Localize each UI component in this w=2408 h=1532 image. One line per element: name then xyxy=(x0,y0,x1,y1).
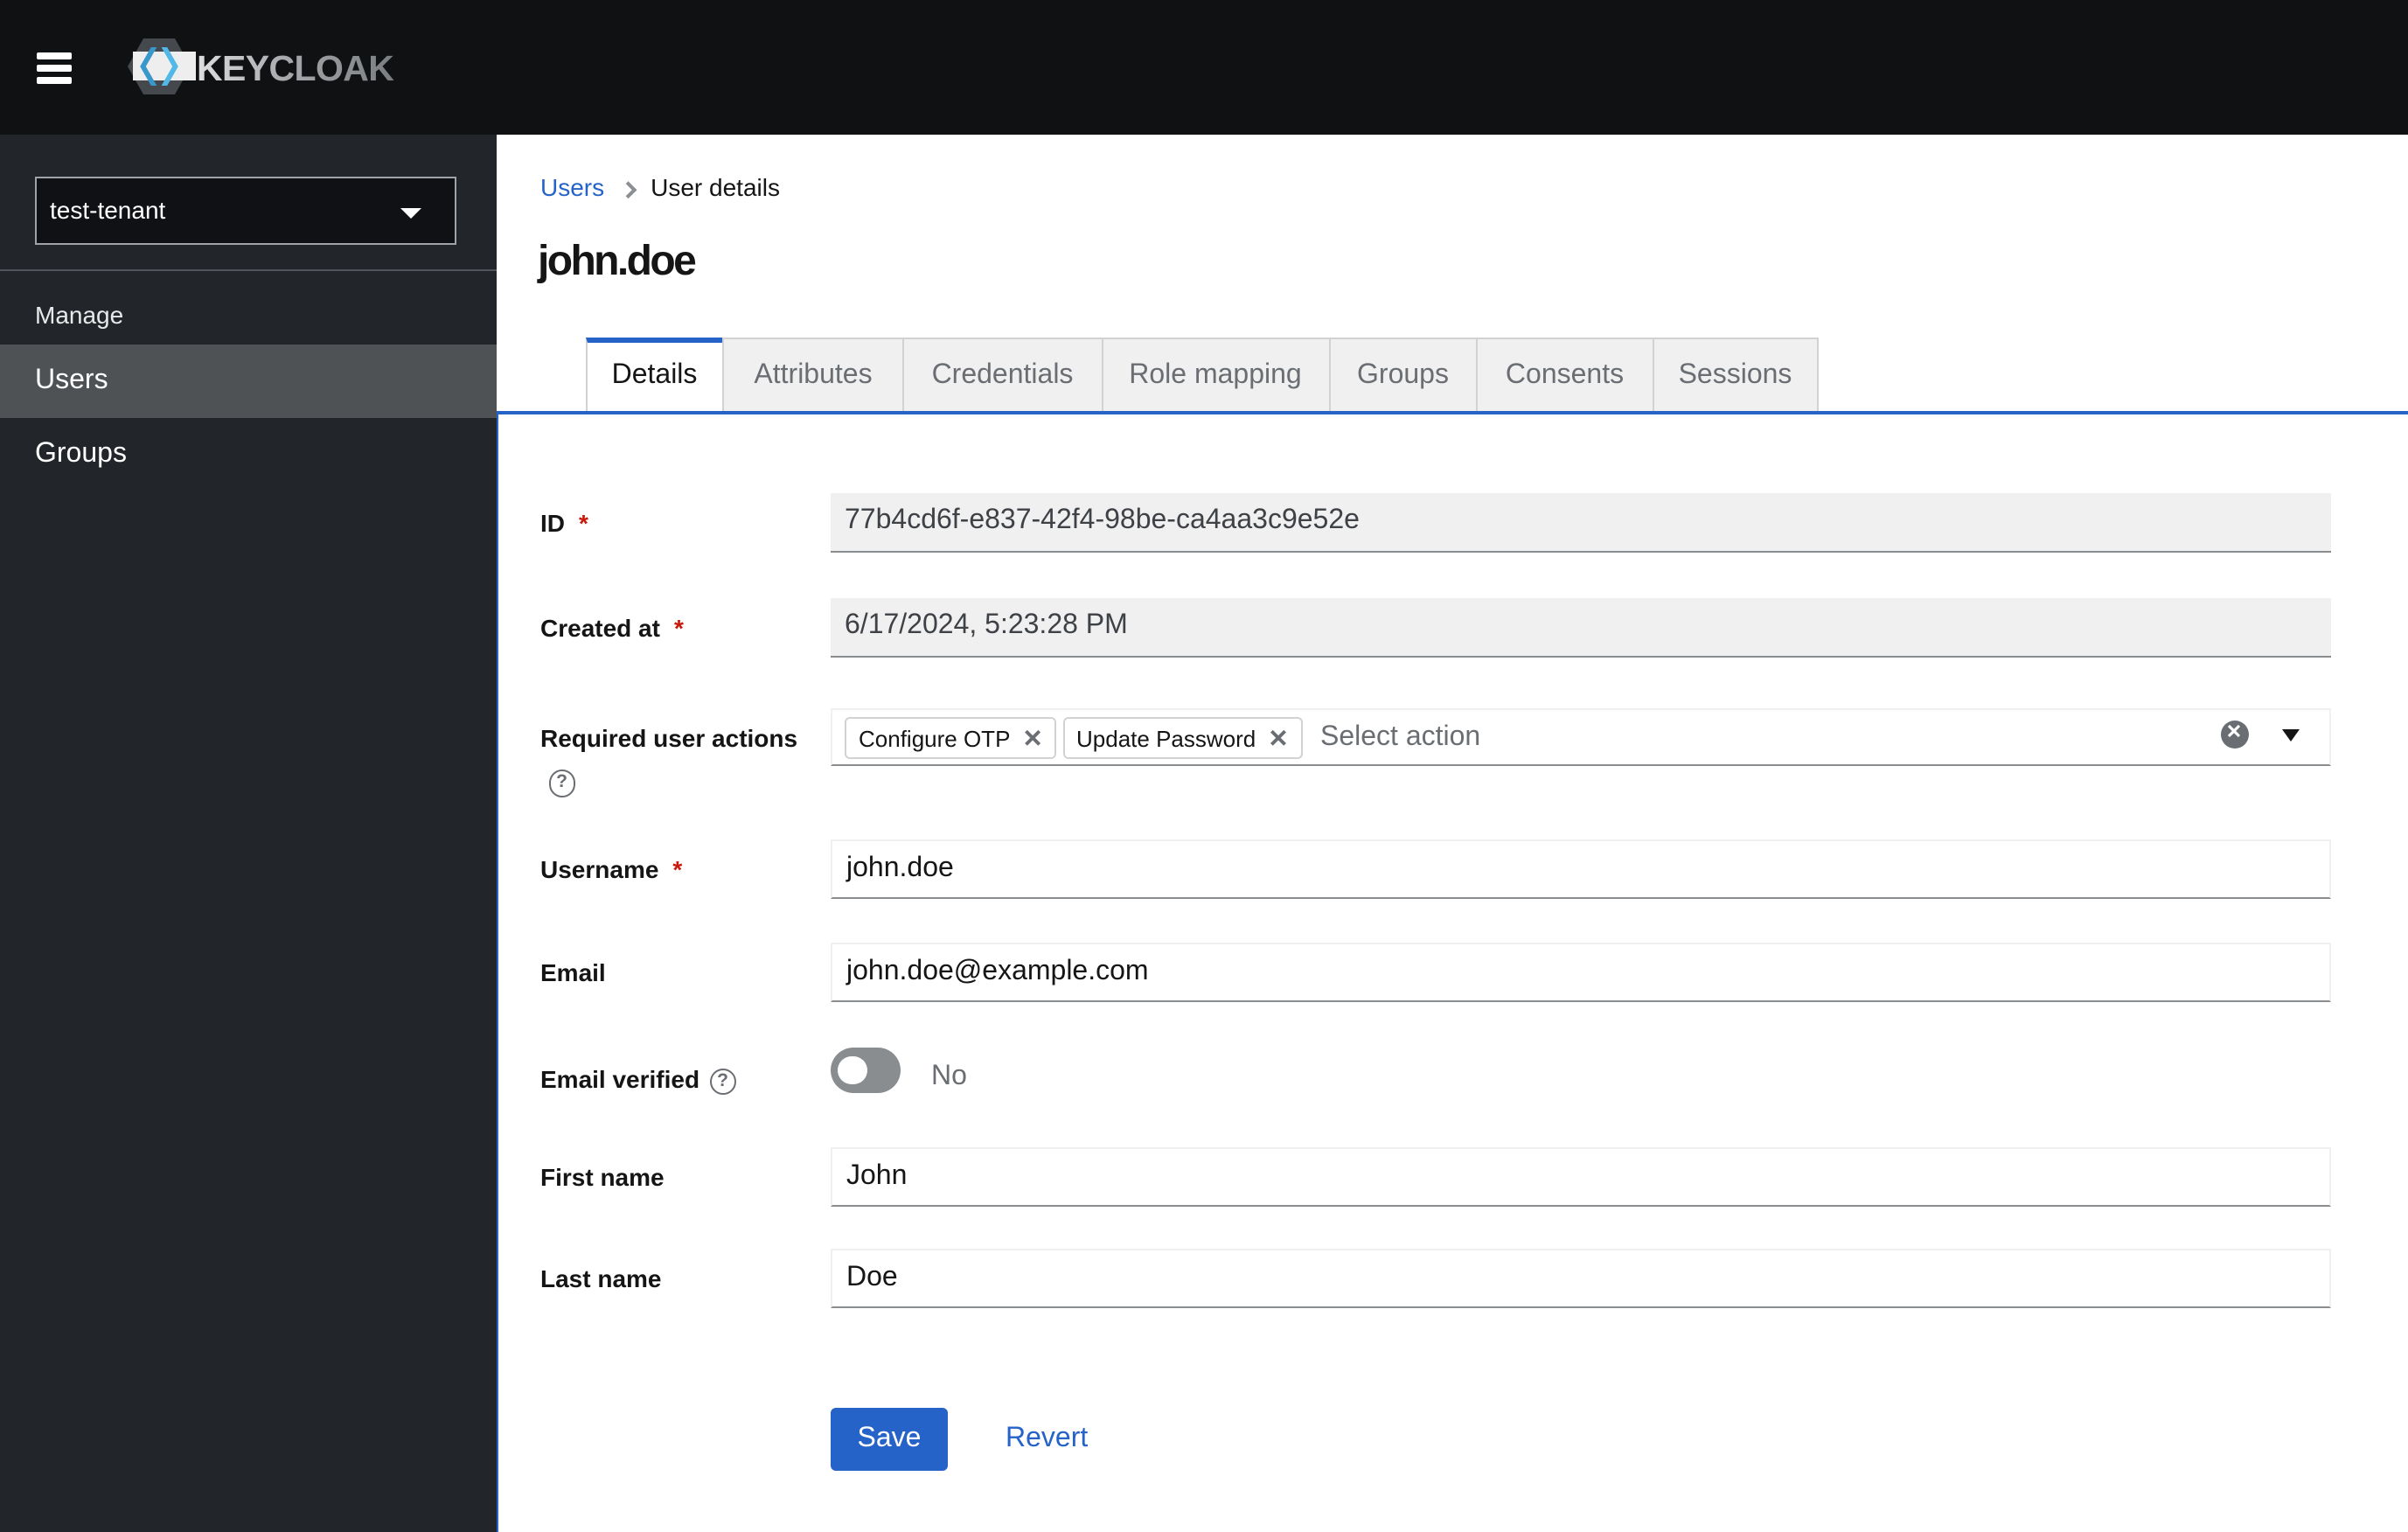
svg-text:KEYCLOAK: KEYCLOAK xyxy=(196,47,393,87)
